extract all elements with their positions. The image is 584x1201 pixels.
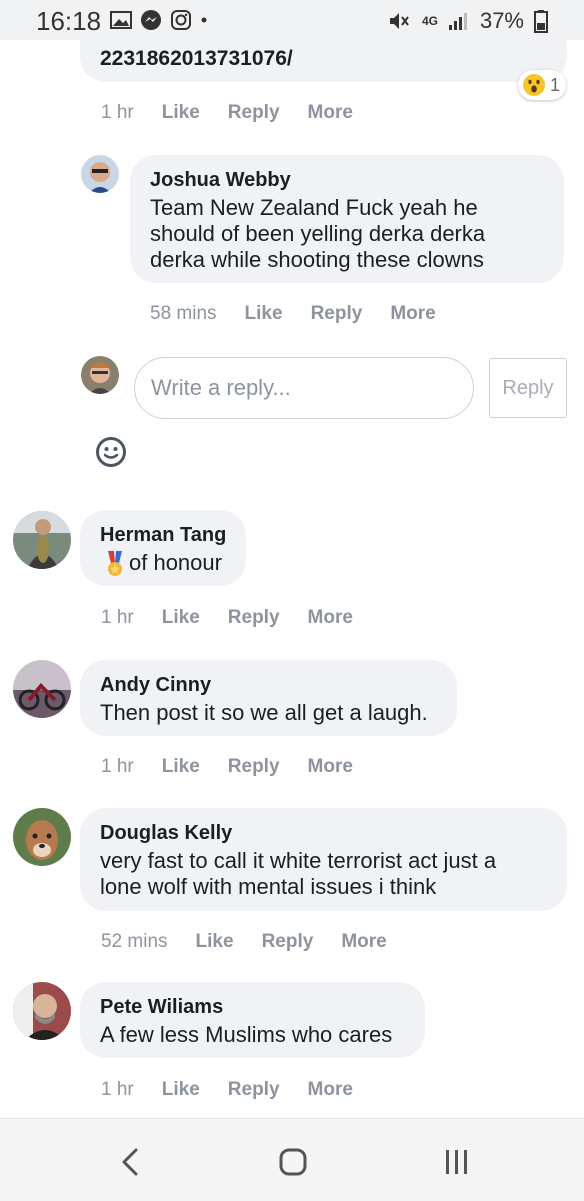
smiley-icon[interactable] — [95, 436, 127, 468]
comment-time: 1 hr — [101, 756, 134, 777]
recents-icon[interactable] — [444, 1148, 470, 1176]
comment-bubble: Herman Tang of honour — [80, 510, 246, 586]
home-circle-icon[interactable] — [278, 1147, 308, 1177]
reply-button[interactable]: Reply — [228, 607, 280, 629]
comment-text: A few less Muslims who cares — [100, 1022, 393, 1047]
comment-text: of honour — [129, 550, 222, 575]
dot-icon — [201, 17, 207, 23]
back-chevron-icon[interactable] — [118, 1146, 142, 1178]
more-button[interactable]: More — [341, 931, 386, 953]
status-time: 16:18 — [36, 6, 102, 36]
comment-text: 2231862013731076/ — [100, 47, 293, 70]
like-button[interactable]: Like — [162, 756, 200, 778]
instagram-icon — [171, 10, 191, 30]
comment-text: very fast to call it white terrorist act… — [100, 848, 497, 899]
signal-icon — [448, 13, 467, 30]
avatar[interactable] — [13, 511, 71, 569]
comment-time: 1 hr — [101, 102, 134, 123]
comment-text: Then post it so we all get a laugh. — [100, 700, 428, 725]
comment-time: 52 mins — [101, 931, 168, 952]
messenger-icon — [141, 10, 161, 30]
like-button[interactable]: Like — [162, 1079, 200, 1101]
like-button[interactable]: Like — [162, 102, 200, 124]
reply-actions: 58 mins Like Reply More — [150, 303, 436, 325]
android-nav-bar — [0, 1118, 584, 1201]
more-button[interactable]: More — [390, 303, 435, 325]
commenter-name[interactable]: Herman Tang — [100, 524, 226, 547]
comment-actions: 1 hr Like Reply More — [101, 102, 353, 124]
network-label: 4G — [421, 14, 438, 28]
more-button[interactable]: More — [308, 102, 353, 124]
comment-actions: 1 hr Like Reply More — [101, 756, 353, 778]
more-button[interactable]: More — [308, 756, 353, 778]
commenter-name[interactable]: Pete Wiliams — [100, 996, 223, 1019]
battery-percent: 37% — [479, 8, 524, 33]
more-button[interactable]: More — [308, 1079, 353, 1101]
reply-button[interactable]: Reply — [228, 756, 280, 778]
like-button[interactable]: Like — [196, 931, 234, 953]
wow-reaction-icon — [523, 74, 545, 96]
comment-actions: 52 mins Like Reply More — [101, 931, 387, 953]
reaction-summary[interactable]: 1 — [518, 70, 566, 100]
comment-bubble: Douglas Kelly very fast to call it white… — [80, 808, 567, 911]
comment-time: 1 hr — [101, 1079, 134, 1100]
avatar[interactable] — [13, 660, 71, 718]
more-button[interactable]: More — [308, 607, 353, 629]
reply-button[interactable]: Reply — [228, 102, 280, 124]
comment-time: 1 hr — [101, 607, 134, 628]
my-avatar — [81, 356, 119, 394]
avatar[interactable] — [13, 982, 71, 1040]
avatar[interactable] — [13, 808, 71, 866]
commenter-name[interactable]: Douglas Kelly — [100, 822, 232, 845]
submit-reply-button[interactable]: Reply — [489, 358, 567, 418]
reply-button[interactable]: Reply — [311, 303, 363, 325]
like-button[interactable]: Like — [162, 607, 200, 629]
avatar[interactable] — [81, 155, 119, 193]
comment-actions: 1 hr Like Reply More — [101, 607, 353, 629]
notification-icons — [110, 9, 208, 31]
medal-emoji-icon — [108, 551, 122, 576]
reply-bubble: Joshua Webby Team New Zealand Fuck yeah … — [130, 155, 564, 283]
comment-bubble: Pete Wiliams A few less Muslims who care… — [80, 982, 425, 1058]
reaction-count: 1 — [550, 74, 561, 95]
reply-button[interactable]: Reply — [228, 1079, 280, 1101]
battery-icon — [534, 10, 548, 33]
mute-icon — [389, 13, 409, 29]
commenter-name[interactable]: Andy Cinny — [100, 674, 211, 697]
comment-bubble: Andy Cinny Then post it so we all get a … — [80, 660, 457, 736]
status-bar: 16:18 4G 37% — [0, 0, 584, 40]
reply-button[interactable]: Reply — [262, 931, 314, 953]
commenter-name[interactable]: Joshua Webby — [150, 169, 291, 192]
comment-time: 58 mins — [150, 303, 217, 324]
gallery-icon — [110, 11, 132, 29]
reply-input-wrapper — [134, 357, 474, 419]
comment-actions: 1 hr Like Reply More — [101, 1079, 353, 1101]
comment-text: Team New Zealand Fuck yeah he should of … — [150, 195, 486, 272]
status-right: 4G 37% — [388, 8, 548, 34]
reply-input[interactable] — [149, 370, 453, 406]
like-button[interactable]: Like — [245, 303, 283, 325]
